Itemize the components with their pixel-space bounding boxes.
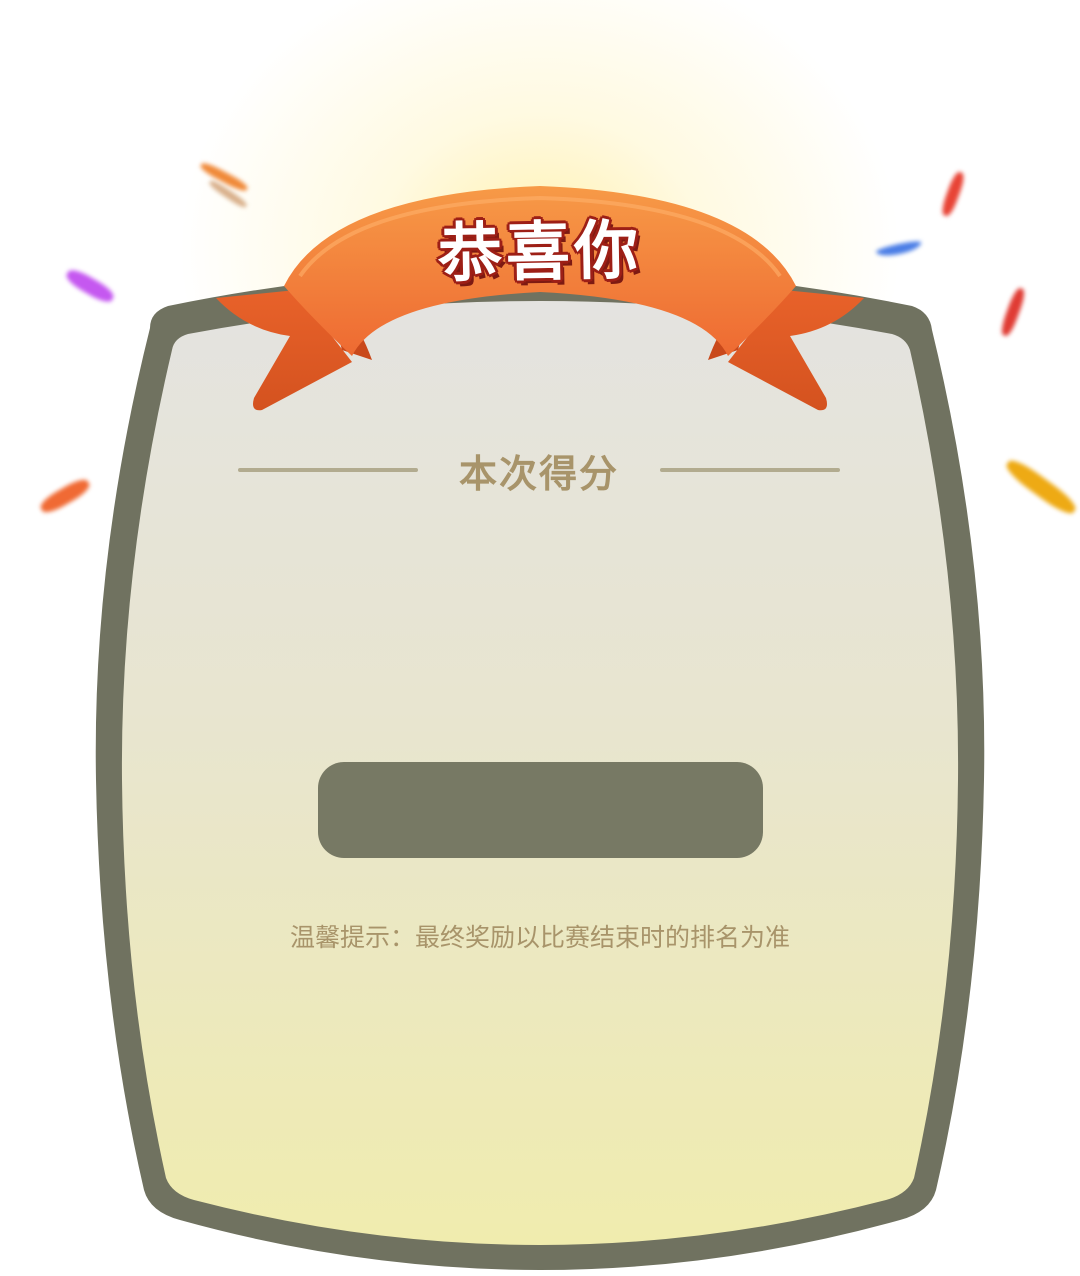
banner-title: 恭喜你	[437, 214, 643, 292]
score-bar	[318, 762, 763, 858]
score-heading-label: 本次得分	[458, 451, 619, 496]
heading-rule-left	[238, 468, 418, 472]
score-heading: 本次得分	[238, 440, 840, 500]
panel-graphic	[95, 186, 985, 1270]
result-dialog: 恭喜你 本次得分 温馨提示：最终奖励以比赛结束时的排名为准	[0, 0, 1080, 1276]
heading-rule-right	[659, 468, 840, 472]
tip-text: 温馨提示：最终奖励以比赛结束时的排名为准	[289, 923, 790, 952]
